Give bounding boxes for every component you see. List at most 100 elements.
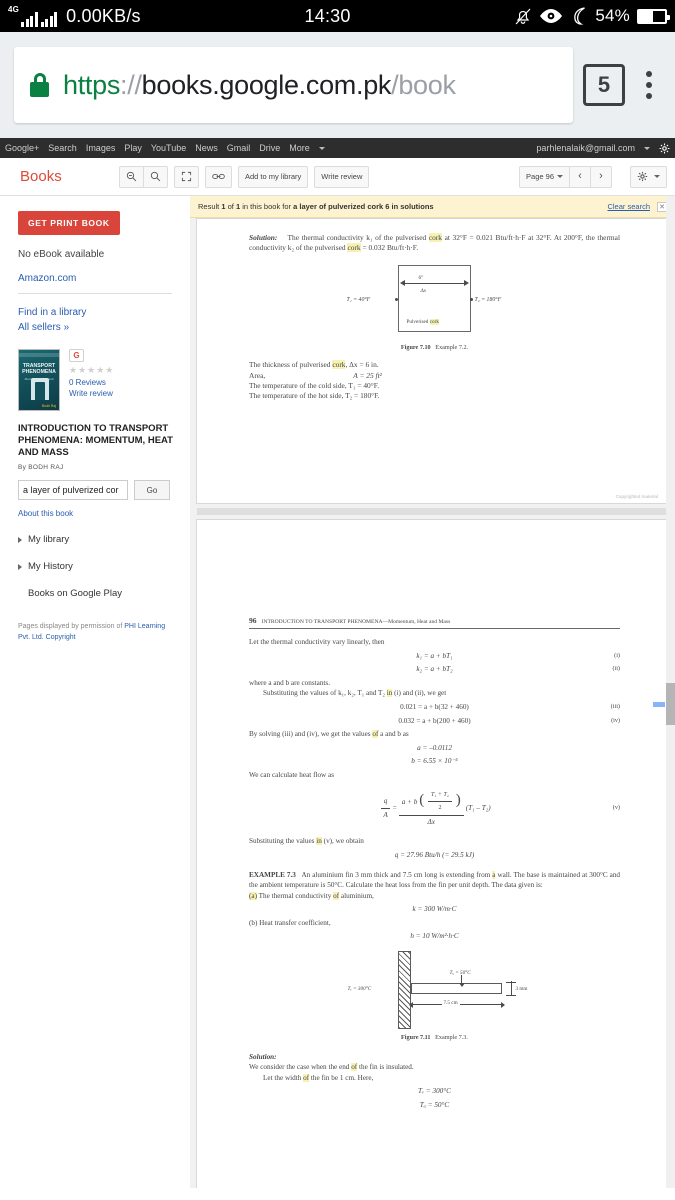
book-title: INTRODUCTION TO TRANSPORT PHENOMENA: MOM… [18,423,173,458]
zoom-in-icon[interactable] [143,165,168,188]
no-ebook-label: No eBook available [18,249,105,260]
p1-line4a: The thickness of pulverised [249,360,331,370]
viewer-scrollbar[interactable] [666,196,675,1188]
search-result-marker[interactable] [653,702,665,707]
result-suffix: in this book for [242,202,292,211]
books-toolbar: Books Add to my library Write review Pag… [0,158,675,196]
kebab-menu-icon[interactable] [635,71,663,99]
p1-highlight-cork-3: cork [332,360,346,370]
page2-running-head: 96 INTRODUCTION TO TRANSPORT PHENOMENA—M… [249,616,620,629]
figure-7-11-caption-label: Figure 7.11 [401,1034,431,1042]
status-right-group: 54% [514,6,670,26]
figure-7-11-thickness-label: 3 mm [515,986,528,993]
network-type-label: 4G [8,4,20,14]
eq-v-lhs-num: q [380,796,391,809]
p2-l3: Substituting the values of k₁, k₂, T₁ an… [249,688,620,699]
clear-search-link[interactable]: Clear search [607,202,650,211]
eq-iv-number: (iv) [611,716,620,724]
nav-link-gmail[interactable]: Gmail [227,143,251,153]
page1-text: Solution: The thermal conductivity k₁ of… [197,219,668,402]
google-plus-icon[interactable]: G [69,349,84,362]
viewer-settings-button[interactable] [630,165,667,188]
nav-link-googleplus[interactable]: Google+ [5,143,39,153]
reviews-count-link[interactable]: 0 Reviews [69,378,114,387]
go-button[interactable]: Go [134,480,170,500]
chevron-right-icon [18,563,22,570]
previous-page-button[interactable]: ‹ [569,165,591,188]
nav-link-news[interactable]: News [195,143,218,153]
signal-icon-2 [40,11,58,27]
page-scroll-area[interactable]: Solution: The thermal conductivity k₁ of… [190,218,675,1188]
p2-solution-label: Solution: [249,1052,277,1061]
next-page-button[interactable]: › [590,165,612,188]
nav-link-youtube[interactable]: YouTube [151,143,186,153]
permission-note: Pages displayed by permission of PHI Lea… [18,621,176,643]
fullscreen-icon[interactable] [174,165,199,188]
link-icon[interactable] [205,165,232,188]
cover-title: TRANSPORT PHENOMENA [22,363,56,375]
zoom-out-icon[interactable] [119,165,144,188]
p2-l6a: Substituting the values [249,837,315,846]
book-cover-image[interactable]: TRANSPORT PHENOMENA Momentum, Heat and M… [18,349,60,411]
page-selector[interactable]: Page 96 [519,165,570,188]
sidebar-item-books-on-google-play[interactable]: Books on Google Play [28,588,176,599]
nav-link-more[interactable]: More [289,143,310,153]
chevron-down-icon [557,175,563,178]
eq-v-inner-num: T₁ + T₂ [428,790,452,803]
get-print-book-button[interactable]: GET PRINT BOOK [18,211,120,235]
p2-equation-h: h = 10 W/m²·h·C [249,931,620,942]
all-sellers-link[interactable]: All sellers » [18,322,176,333]
page2-text: Let the thermal conductivity vary linear… [197,629,668,1111]
write-review-link[interactable]: Write review [69,389,114,398]
signal-icon [21,11,38,27]
p2-solution-l2: Let the width of the fin be 1 cm. Here, [249,1073,620,1084]
eq-v-lhs-den: A [383,810,388,819]
page-selector-label: Page 96 [526,172,554,181]
write-review-button[interactable]: Write review [314,165,370,188]
figure-7-10-temp-left: T₁ = 40°F [346,296,371,303]
page-navigation-group: Page 96 ‹ › [519,165,612,188]
copyright-note-page1: Copyrighted material [615,494,658,499]
about-this-book-link[interactable]: About this book [18,509,176,518]
book-page-96[interactable]: 96 INTRODUCTION TO TRANSPORT PHENOMENA—M… [196,519,669,1188]
copyright-link[interactable]: Copyright [46,634,76,641]
p1-area-label: Area, [249,370,266,380]
result-current: 1 [221,202,226,211]
scrollbar-thumb[interactable] [666,683,675,725]
nav-link-drive[interactable]: Drive [259,143,280,153]
figure-7-10-caption: Figure 7.10 Example 7.2. [249,343,620,353]
nav-link-search[interactable]: Search [48,143,77,153]
tab-count-button[interactable]: 5 [583,64,625,106]
account-chevron-down-icon[interactable] [644,146,650,150]
p1-line1b: at 32°F = 0.021 [444,233,493,242]
sidebar-item-my-history[interactable]: My History [18,561,176,572]
address-bar[interactable]: https://books.google.com.pk/book [14,47,573,123]
rating-stars[interactable]: ★★★★★ [69,365,114,376]
account-label[interactable]: parhlenalaik@gmail.com [536,143,635,153]
figure-7-11-fin [410,983,502,995]
add-to-library-button[interactable]: Add to my library [238,165,309,188]
figure-7-11-wall [397,951,411,1030]
gear-icon[interactable] [659,143,670,154]
figure-7-10: 6″ Δx T₁ = 40°F T₂ = 180°F Pulverised co… [335,264,535,339]
p1-line4b: , Δx = 6 in. [345,360,379,370]
book-viewer: Result 1 of 1 in this book for a layer o… [190,196,675,1188]
eq-i-text: k₁ = a + bT₁ [416,651,453,660]
nav-link-play[interactable]: Play [124,143,142,153]
eq-q-text: q = 27.96 Btu/h (= 29.5 kJ) [394,850,475,859]
battery-percent-label: 54% [595,6,630,25]
my-library-label: My library [28,534,70,545]
nav-link-images[interactable]: Images [86,143,116,153]
p2-l1: Let the thermal conductivity vary linear… [249,638,385,646]
eq-v-equals: = [392,804,397,813]
p2-equation-k: k = 300 W/m·C [249,904,620,915]
figure-7-11: Tᵥ = 300°C Tₐ = 50°C 7.5 cm 3 mm [320,951,550,1030]
book-page-95[interactable]: Solution: The thermal conductivity k₁ of… [196,218,669,504]
books-logo[interactable]: Books [8,168,113,185]
find-in-library-link[interactable]: Find in a library [18,307,176,318]
sidebar-item-my-library[interactable]: My library [18,534,176,545]
eq-v-paren-open: ( [419,791,425,808]
cover-strip [19,353,59,357]
search-input[interactable] [18,480,128,500]
amazon-link[interactable]: Amazon.com [18,273,176,284]
